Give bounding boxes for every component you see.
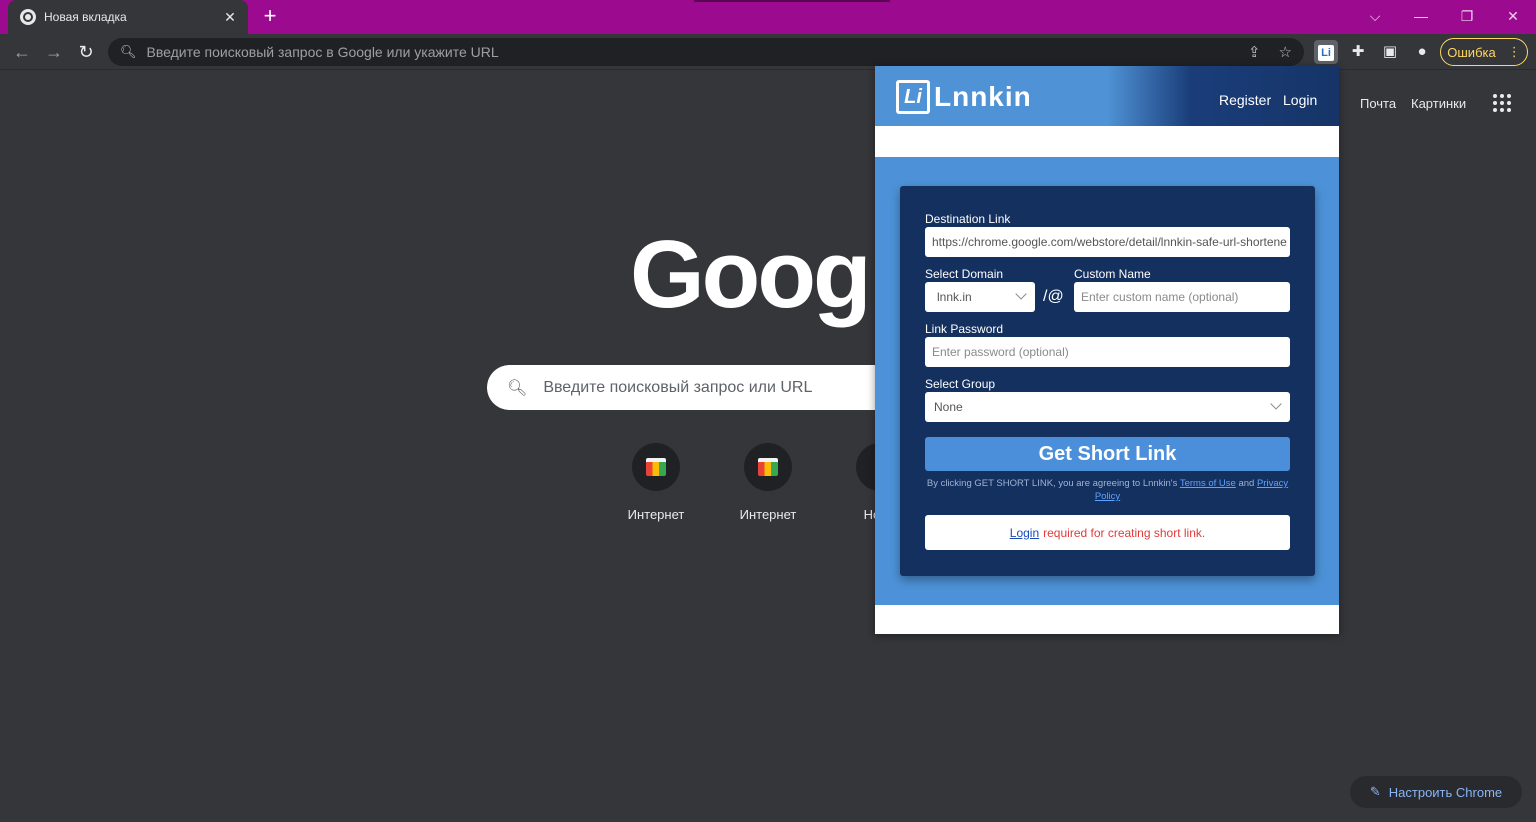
google-apps-icon[interactable] — [1493, 94, 1511, 112]
web-store-icon — [646, 458, 666, 476]
web-store-icon — [758, 458, 778, 476]
terms-of-use-link[interactable]: Terms of Use — [1180, 478, 1236, 489]
login-required-notice: Login required for creating short link. — [925, 515, 1290, 550]
domain-select[interactable]: lnnk.in — [925, 282, 1035, 312]
password-label: Link Password — [925, 322, 1004, 336]
lnnkin-logo-text: Lnnkin — [934, 81, 1032, 112]
terms-prefix: By clicking GET SHORT LINK, you are agre… — [926, 478, 1178, 489]
shorten-form: Destination Link https://chrome.google.c… — [900, 186, 1315, 576]
address-bar-placeholder: Введите поисковый запрос в Google или ук… — [146, 44, 499, 60]
popup-body: Destination Link https://chrome.google.c… — [875, 157, 1339, 605]
customize-chrome-label: Настроить Chrome — [1388, 784, 1503, 800]
custom-name-input[interactable]: Enter custom name (optional) — [1074, 282, 1290, 312]
get-short-link-button[interactable]: Get Short Link — [925, 437, 1290, 471]
minimize-icon[interactable]: — — [1398, 0, 1444, 32]
shortcut-label: Интернет — [627, 507, 685, 522]
kebab-menu-icon[interactable]: ⋮ — [1508, 44, 1521, 60]
lnnkin-logo: Li Lnnkin — [896, 80, 1032, 114]
chevron-down-icon — [1015, 288, 1027, 300]
group-value: None — [934, 400, 963, 414]
login-required-link[interactable]: Login — [1010, 526, 1039, 540]
images-link[interactable]: Картинки — [1411, 96, 1466, 111]
pencil-icon: ✎ — [1369, 784, 1381, 799]
tab-strip: Новая вкладка ✕ + ⌵ — ❐ ✕ — [0, 0, 1536, 34]
login-required-text: required for creating short link. — [1043, 525, 1206, 540]
destination-label: Destination Link — [925, 212, 1011, 226]
shortcut-tile[interactable]: Интернет — [712, 443, 824, 522]
group-select[interactable]: None — [925, 392, 1290, 422]
tab-new-tab[interactable]: Новая вкладка ✕ — [8, 0, 248, 34]
terms-and: and — [1238, 478, 1255, 489]
tab-title: Новая вкладка — [44, 10, 127, 24]
restore-icon[interactable]: ❐ — [1444, 0, 1490, 32]
extensions-puzzle-icon[interactable]: ✚ — [1346, 40, 1370, 64]
new-tab-button[interactable]: + — [258, 5, 282, 29]
tab-strip-notch — [694, 0, 890, 2]
tab-close-icon[interactable]: ✕ — [222, 9, 238, 26]
shortcut-tile[interactable]: Интернет — [600, 443, 712, 522]
error-button[interactable]: Ошибка ⋮ — [1440, 38, 1528, 66]
tab-search-chevron-icon[interactable]: ⌵ — [1352, 0, 1398, 32]
domain-value: lnnk.in — [937, 290, 972, 304]
share-icon[interactable]: ⇪ — [1248, 43, 1261, 61]
ntp-search-placeholder: Введите поисковый запрос или URL — [543, 378, 813, 396]
side-panel-icon[interactable]: ▣ — [1378, 40, 1402, 64]
toolbar: ← → ↻ 🔍︎ Введите поисковый запрос в Goog… — [0, 34, 1536, 70]
customize-chrome-button[interactable]: ✎ Настроить Chrome — [1350, 776, 1522, 808]
login-link[interactable]: Login — [1283, 92, 1317, 108]
password-input[interactable]: Enter password (optional) — [925, 337, 1290, 367]
lnnkin-extension-icon[interactable]: Li — [1314, 40, 1338, 64]
shortcut-label: Интернет — [739, 507, 797, 522]
custom-name-label: Custom Name — [1074, 267, 1151, 281]
shortcut-circle — [744, 443, 792, 491]
lnnkin-popup: Li Lnnkin Register Login Destination Lin… — [875, 66, 1339, 634]
search-icon: 🔍︎ — [507, 379, 528, 397]
profile-avatar-icon[interactable]: ● — [1410, 40, 1434, 64]
mail-link[interactable]: Почта — [1360, 96, 1396, 111]
domain-label: Select Domain — [925, 267, 1004, 281]
lnnkin-mark-icon: Li — [1318, 45, 1334, 61]
destination-input[interactable]: https://chrome.google.com/webstore/detai… — [925, 227, 1290, 257]
window-close-icon[interactable]: ✕ — [1490, 0, 1536, 32]
chrome-icon — [20, 9, 36, 25]
bookmark-star-icon[interactable]: ☆ — [1279, 43, 1292, 61]
back-arrow-icon[interactable]: ← — [10, 40, 34, 64]
forward-arrow-icon[interactable]: → — [42, 40, 66, 64]
shortcut-circle — [632, 443, 680, 491]
search-icon: 🔍︎ — [120, 44, 137, 59]
chevron-down-icon — [1270, 398, 1282, 410]
lnnkin-logo-mark: Li — [896, 80, 930, 114]
terms-notice: By clicking GET SHORT LINK, you are agre… — [925, 477, 1290, 503]
popup-header: Li Lnnkin Register Login — [875, 66, 1339, 126]
group-label: Select Group — [925, 377, 996, 391]
reload-icon[interactable]: ↻ — [74, 40, 98, 64]
address-bar[interactable]: 🔍︎ Введите поисковый запрос в Google или… — [108, 38, 1304, 66]
error-label: Ошибка — [1447, 44, 1496, 60]
domain-separator: /@ — [1043, 288, 1064, 305]
register-link[interactable]: Register — [1219, 92, 1271, 108]
